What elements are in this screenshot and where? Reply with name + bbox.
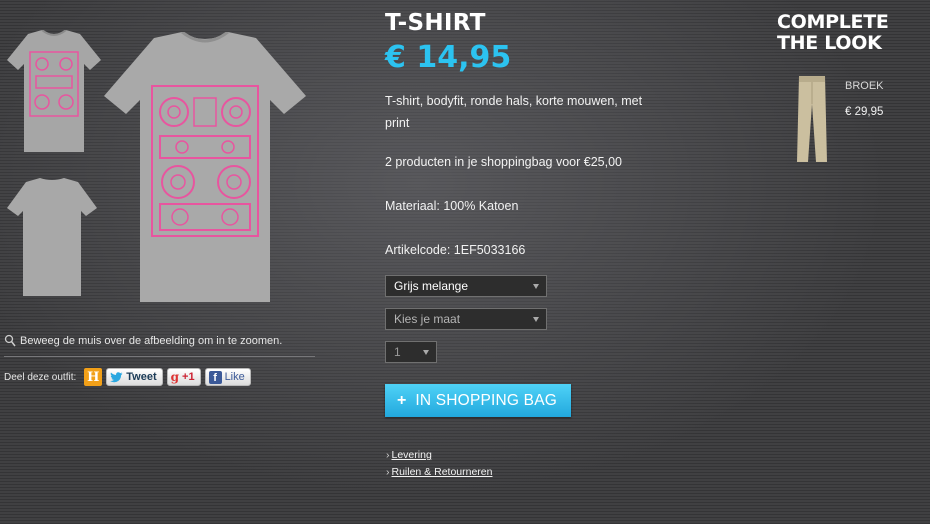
quantity-select[interactable]: 1 [385,341,437,363]
facebook-like-label: Like [224,371,245,383]
product-description: T-shirt, bodyfit, ronde hals, korte mouw… [385,94,643,130]
look-item-image[interactable] [793,74,831,164]
tweet-button[interactable]: Tweet [106,368,163,386]
quantity-select-value: 1 [394,345,401,359]
look-item-price: € 29,95 [845,106,884,118]
look-item-name[interactable]: BROEK [845,80,884,92]
color-select-value: Grijs melange [394,279,469,293]
zoom-hint-text: Beweeg de muis over de afbeelding om in … [20,334,283,347]
share-label: Deel deze outfit: [4,371,77,383]
returns-link[interactable]: Ruilen & Retourneren [392,466,493,478]
chevron-down-icon [533,283,539,289]
returns-link-row: › Ruilen & Retourneren [386,466,492,478]
chevron-right-icon: › [386,466,390,478]
main-product-image[interactable] [102,30,308,304]
add-to-bag-button[interactable]: + IN SHOPPING BAG [385,384,571,417]
tshirt-front-thumb-image [7,29,101,152]
facebook-like-button[interactable]: f Like [204,368,251,386]
plus-icon: + [397,391,407,409]
delivery-link-row: › Levering [386,449,432,461]
article-code: Artikelcode: 1EF5033166 [385,243,526,257]
google-plus-label: +1 [182,371,195,383]
zoom-hint: Beweeg de muis over de afbeelding om in … [4,334,282,347]
tshirt-main-image [104,30,306,302]
size-select[interactable]: Kies je maat [385,308,547,330]
divider [4,356,315,357]
promo-text: 2 producten in je shoppingbag voor €25,0… [385,155,622,169]
google-plus-icon: g [170,370,180,384]
chevron-down-icon [423,349,429,355]
thumbnail-front[interactable] [6,29,102,154]
tweet-label: Tweet [126,371,157,383]
delivery-link[interactable]: Levering [392,449,432,461]
share-bar: Deel deze outfit: H Tweet g +1 f Like [4,366,255,388]
color-select[interactable]: Grijs melange [385,275,547,297]
product-title: T-SHIRT [385,10,486,36]
chevron-down-icon [533,316,539,322]
add-to-bag-label: IN SHOPPING BAG [415,391,558,409]
tshirt-back-thumb-image [7,178,97,296]
trousers-image [797,76,827,162]
thumbnail-back[interactable] [6,178,98,298]
chevron-right-icon: › [386,449,390,461]
size-select-value: Kies je maat [394,312,461,326]
twitter-bird-icon [110,371,123,383]
hyves-icon: H [87,369,100,385]
material-text: Materiaal: 100% Katoen [385,199,519,213]
magnifier-icon [4,334,16,347]
complete-the-look-heading: COMPLETE THE LOOK [777,11,889,54]
hyves-button[interactable]: H [84,368,103,386]
google-plus-button[interactable]: g +1 [166,368,201,386]
facebook-icon: f [208,370,222,384]
product-price: € 14,95 [385,40,512,75]
